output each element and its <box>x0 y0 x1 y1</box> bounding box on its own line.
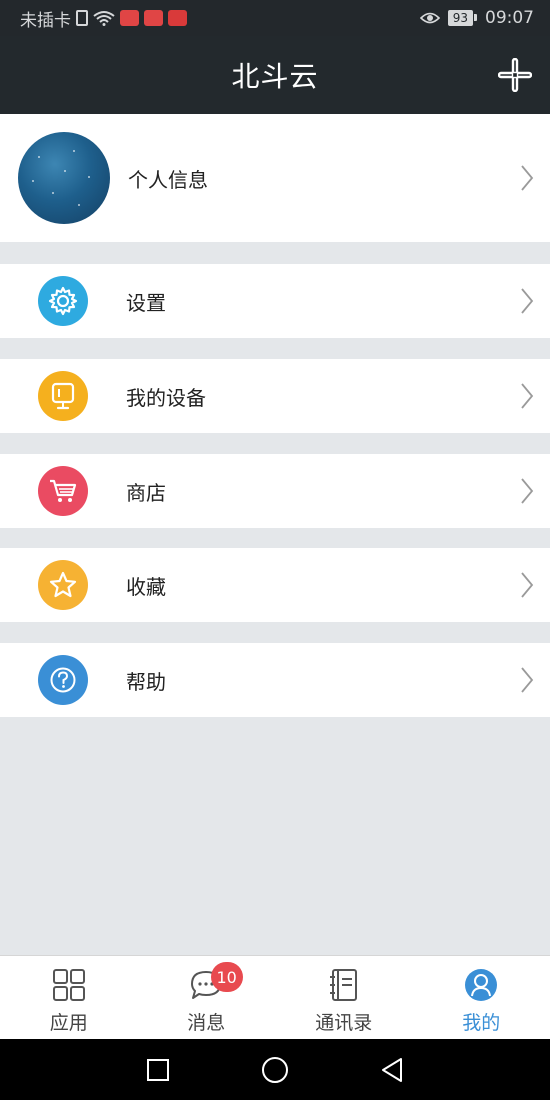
system-nav-bar <box>0 1039 550 1100</box>
contacts-icon <box>329 969 357 1001</box>
status-left: 未插卡 <box>20 6 420 31</box>
tab-label-mine: 我的 <box>462 1012 501 1034</box>
recent-apps-button[interactable] <box>141 1053 175 1087</box>
avatar <box>18 132 110 224</box>
app-icon-red-1 <box>120 10 139 26</box>
user-icon <box>465 969 498 1001</box>
home-button[interactable] <box>258 1053 292 1087</box>
sim-icon <box>76 10 88 26</box>
chevron-right-icon <box>521 572 534 598</box>
help-icon <box>38 655 88 705</box>
battery-icon: 93 <box>447 10 478 26</box>
header-bar: 北斗云 <box>0 36 550 114</box>
status-right: 93 09:07 <box>419 8 534 28</box>
app-icon-red-2 <box>144 10 163 26</box>
grid-icon <box>52 969 85 1001</box>
chevron-right-icon <box>521 667 534 693</box>
eye-icon <box>419 12 440 24</box>
menu-label-help: 帮助 <box>126 669 166 694</box>
menu-item-store[interactable]: 商店 <box>0 454 550 528</box>
menu-label-store: 商店 <box>126 480 166 505</box>
tab-messages[interactable]: 10 消息 <box>138 956 276 1039</box>
square-icon <box>147 1058 170 1081</box>
menu-label-settings: 设置 <box>126 290 166 315</box>
tab-contacts[interactable]: 通讯录 <box>275 956 413 1039</box>
app-icon-red-3 <box>168 10 187 26</box>
chevron-right-icon <box>521 478 534 504</box>
cart-icon <box>38 466 88 516</box>
status-bar: 未插卡 93 09:07 <box>0 0 550 36</box>
triangle-back-icon <box>381 1057 402 1082</box>
tab-apps[interactable]: 应用 <box>0 956 138 1039</box>
page-title: 北斗云 <box>231 60 319 93</box>
unread-badge: 10 <box>210 962 243 992</box>
menu-item-help[interactable]: 帮助 <box>0 643 550 717</box>
back-button[interactable] <box>375 1053 409 1087</box>
menu-item-my-devices[interactable]: 我的设备 <box>0 359 550 433</box>
tab-mine[interactable]: 我的 <box>413 956 550 1039</box>
tab-label-contacts: 通讯录 <box>315 1012 373 1034</box>
carrier-text: 未插卡 <box>20 10 71 31</box>
menu-label-my-devices: 我的设备 <box>126 385 206 410</box>
star-icon <box>38 560 88 610</box>
gear-icon <box>38 276 88 326</box>
menu-label-favorites: 收藏 <box>126 574 166 599</box>
chevron-right-icon <box>521 288 534 314</box>
clock: 09:07 <box>485 8 534 28</box>
chevron-right-icon <box>521 165 534 191</box>
menu-item-settings[interactable]: 设置 <box>0 264 550 338</box>
tab-label-apps: 应用 <box>49 1012 88 1034</box>
circle-icon <box>261 1056 288 1083</box>
bottom-tab-bar: 应用 10 消息 通讯录 我的 <box>0 955 550 1039</box>
menu-item-favorites[interactable]: 收藏 <box>0 548 550 622</box>
wifi-icon <box>93 11 115 26</box>
chevron-right-icon <box>521 383 534 409</box>
profile-label: 个人信息 <box>128 167 208 192</box>
profile-row[interactable]: 个人信息 <box>0 114 550 242</box>
monitor-icon <box>38 371 88 421</box>
tab-label-messages: 消息 <box>187 1012 226 1034</box>
plus-icon[interactable] <box>498 58 532 92</box>
